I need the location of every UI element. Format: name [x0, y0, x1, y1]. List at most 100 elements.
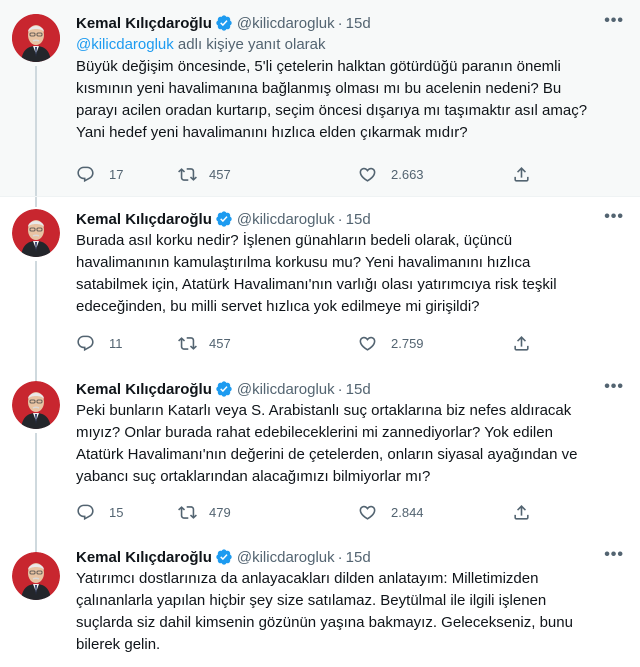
tweet-text: Büyük değişim öncesinde, 5'li çetelerin …: [76, 56, 624, 144]
heart-icon: [359, 167, 376, 182]
heart-icon: [359, 505, 376, 520]
avatar[interactable]: [12, 209, 60, 257]
avatar-photo: [12, 209, 60, 257]
reply-count: 17: [109, 166, 124, 182]
timestamp[interactable]: 15d: [346, 381, 371, 398]
retweet-count: 479: [209, 504, 231, 520]
reply-to-label: adlı kişiye yanıt olarak: [173, 36, 326, 53]
separator-dot: ·: [337, 210, 343, 228]
reply-to-link[interactable]: @kilicdarogluk: [76, 36, 174, 53]
replying-to: @kilicdarogluk adlı kişiye yanıt olarak: [76, 34, 624, 56]
tweet-text: Peki bunların Katarlı veya S. Arabistanl…: [76, 400, 624, 488]
thread-connector: [35, 66, 37, 196]
reply-button[interactable]: 15: [76, 503, 123, 522]
separator-dot: ·: [337, 14, 343, 32]
timestamp[interactable]: 15d: [346, 549, 371, 566]
tweet-header: Kemal Kılıçdaroğlu @kilicdarogluk · 15d …: [76, 378, 624, 400]
retweet-button[interactable]: 457: [178, 165, 231, 184]
timestamp[interactable]: 15d: [346, 15, 371, 32]
heart-icon: [359, 336, 376, 351]
tweet-actions: 11 457 2.759: [76, 331, 536, 355]
retweet-button[interactable]: 479: [178, 503, 231, 522]
share-icon: [514, 166, 529, 182]
avatar[interactable]: [12, 14, 60, 62]
author-name[interactable]: Kemal Kılıçdaroğlu: [76, 15, 212, 32]
author-name[interactable]: Kemal Kılıçdaroğlu: [76, 549, 212, 566]
tweet-header: Kemal Kılıçdaroğlu @kilicdarogluk · 15d …: [76, 12, 624, 34]
thread-connector: [35, 261, 37, 371]
reply-count: 15: [109, 504, 124, 520]
reply-button[interactable]: 17: [76, 165, 123, 184]
share-button[interactable]: [512, 165, 545, 184]
author-handle[interactable]: @kilicdarogluk: [237, 381, 335, 398]
more-icon[interactable]: •••: [604, 378, 624, 396]
tweet-text-line: Atatürk Havalimanı'nın değerini de çetel…: [76, 446, 578, 463]
tweet-text-line: Yani hedef yeni havalimanını hızlıca eld…: [76, 124, 468, 141]
share-icon: [514, 335, 529, 351]
separator-dot: ·: [337, 548, 343, 566]
verified-badge-icon: [215, 380, 233, 398]
avatar[interactable]: [12, 552, 60, 600]
thread-connector: [35, 371, 37, 381]
reply-icon: [77, 335, 94, 351]
tweet-1[interactable]: Kemal Kılıçdaroğlu @kilicdarogluk · 15d …: [0, 0, 640, 196]
like-button[interactable]: 2.759: [358, 334, 424, 353]
verified-badge-icon: [215, 14, 233, 32]
verified-badge-icon: [215, 210, 233, 228]
tweet-header: Kemal Kılıçdaroğlu @kilicdarogluk · 15d …: [76, 208, 624, 230]
reply-icon: [77, 166, 94, 182]
tweet-text-line: çalınanlarla yapılan hiçbir şey size sat…: [76, 592, 547, 609]
separator-dot: ·: [337, 380, 343, 398]
tweet-text-line: edeceğinden, bu milli servet hızlıca yok…: [76, 298, 480, 315]
tweet-text-line: Yatırımcı dostlarınıza da anlayacakları …: [76, 570, 539, 587]
tweet-3[interactable]: Kemal Kılıçdaroğlu @kilicdarogluk · 15d …: [0, 371, 640, 543]
tweet-4[interactable]: Kemal Kılıçdaroğlu @kilicdarogluk · 15d …: [0, 543, 640, 667]
retweet-button[interactable]: 457: [178, 334, 231, 353]
share-icon: [514, 504, 529, 520]
share-button[interactable]: [512, 503, 545, 522]
avatar-photo: [12, 14, 60, 62]
tweet-text-line: yabancı suç ortaklarından alacağımızı bi…: [76, 468, 431, 485]
tweet-header: Kemal Kılıçdaroğlu @kilicdarogluk · 15d …: [76, 546, 624, 568]
tweet-text-line: Burada asıl korku nedir? İşlenen günahla…: [76, 232, 513, 249]
retweet-icon: [178, 505, 197, 519]
retweet-icon: [178, 167, 197, 181]
retweet-count: 457: [209, 166, 231, 182]
more-icon[interactable]: •••: [604, 12, 624, 30]
like-count: 2.663: [391, 166, 424, 182]
author-name[interactable]: Kemal Kılıçdaroğlu: [76, 211, 212, 228]
tweet-thread: Kemal Kılıçdaroğlu @kilicdarogluk · 15d …: [0, 0, 640, 667]
like-count: 2.844: [391, 504, 424, 520]
share-button[interactable]: [512, 334, 545, 353]
like-count: 2.759: [391, 335, 424, 351]
author-handle[interactable]: @kilicdarogluk: [237, 211, 335, 228]
thread-connector: [35, 433, 37, 543]
tweet-text-line: bilerek gelin.: [76, 636, 161, 653]
reply-icon: [77, 504, 94, 520]
tweet-text-line: Peki bunların Katarlı veya S. Arabistanl…: [76, 402, 572, 419]
author-name[interactable]: Kemal Kılıçdaroğlu: [76, 381, 212, 398]
verified-badge-icon: [215, 548, 233, 566]
avatar-photo: [12, 552, 60, 600]
tweet-text-line: satabilmek için, Atatürk Havalimanı'nın …: [76, 276, 557, 293]
thread-connector: [35, 197, 37, 207]
tweet-text-line: havalimanının kamulaştırılma korkusu mu?…: [76, 254, 531, 271]
retweet-count: 457: [209, 335, 231, 351]
avatar[interactable]: [12, 381, 60, 429]
avatar-photo: [12, 381, 60, 429]
tweet-text-line: parayı acilen oradan kurtarıp, seçim önc…: [76, 102, 588, 119]
more-icon[interactable]: •••: [604, 208, 624, 226]
more-icon[interactable]: •••: [604, 546, 624, 564]
timestamp[interactable]: 15d: [346, 211, 371, 228]
tweet-text-line: Büyük değişim öncesinde, 5'li çetelerin …: [76, 58, 561, 75]
tweet-2[interactable]: Kemal Kılıçdaroğlu @kilicdarogluk · 15d …: [0, 197, 640, 371]
reply-count: 11: [109, 335, 123, 351]
author-handle[interactable]: @kilicdarogluk: [237, 15, 335, 32]
like-button[interactable]: 2.663: [358, 165, 424, 184]
tweet-text-line: mıyız? Onlar burada rahat edebilecekleri…: [76, 424, 553, 441]
tweet-actions: 15 479 2.844: [76, 500, 536, 524]
tweet-text-line: suçlarda siz dahil kimsenin gözünün yaşı…: [76, 614, 573, 631]
author-handle[interactable]: @kilicdarogluk: [237, 549, 335, 566]
reply-button[interactable]: 11: [76, 334, 123, 353]
like-button[interactable]: 2.844: [358, 503, 424, 522]
